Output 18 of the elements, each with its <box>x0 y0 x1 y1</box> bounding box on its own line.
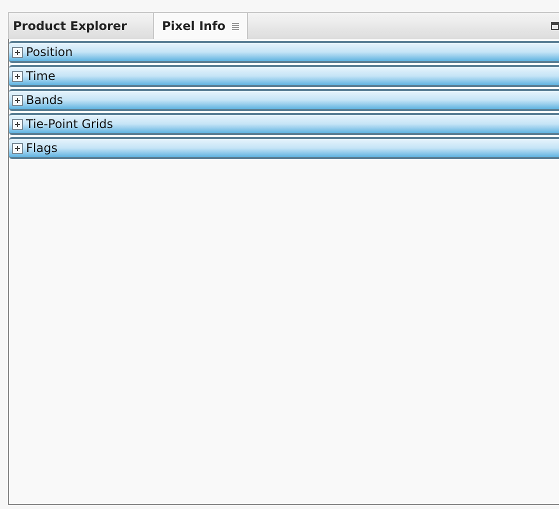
section-header[interactable]: Time <box>9 65 559 87</box>
section-label: Bands <box>26 92 64 109</box>
section-header[interactable]: Bands <box>9 89 559 111</box>
plus-icon[interactable] <box>12 142 23 154</box>
section-header[interactable]: Position <box>9 41 559 63</box>
section-label: Flags <box>26 140 58 157</box>
tab[interactable]: Product Explorer <box>9 13 153 39</box>
plus-icon[interactable] <box>12 94 23 106</box>
plus-icon[interactable] <box>12 118 23 130</box>
section-label: Tie-Point Grids <box>26 116 114 133</box>
section-header[interactable]: Flags <box>9 137 559 159</box>
tab[interactable]: Pixel Info <box>152 13 248 39</box>
maximize-icon[interactable] <box>551 22 559 30</box>
section-label: Time <box>26 68 56 85</box>
section-header[interactable]: Tie-Point Grids <box>9 113 559 135</box>
plus-icon[interactable] <box>12 70 23 82</box>
section-label: Position <box>26 44 73 61</box>
plus-icon[interactable] <box>12 46 23 58</box>
